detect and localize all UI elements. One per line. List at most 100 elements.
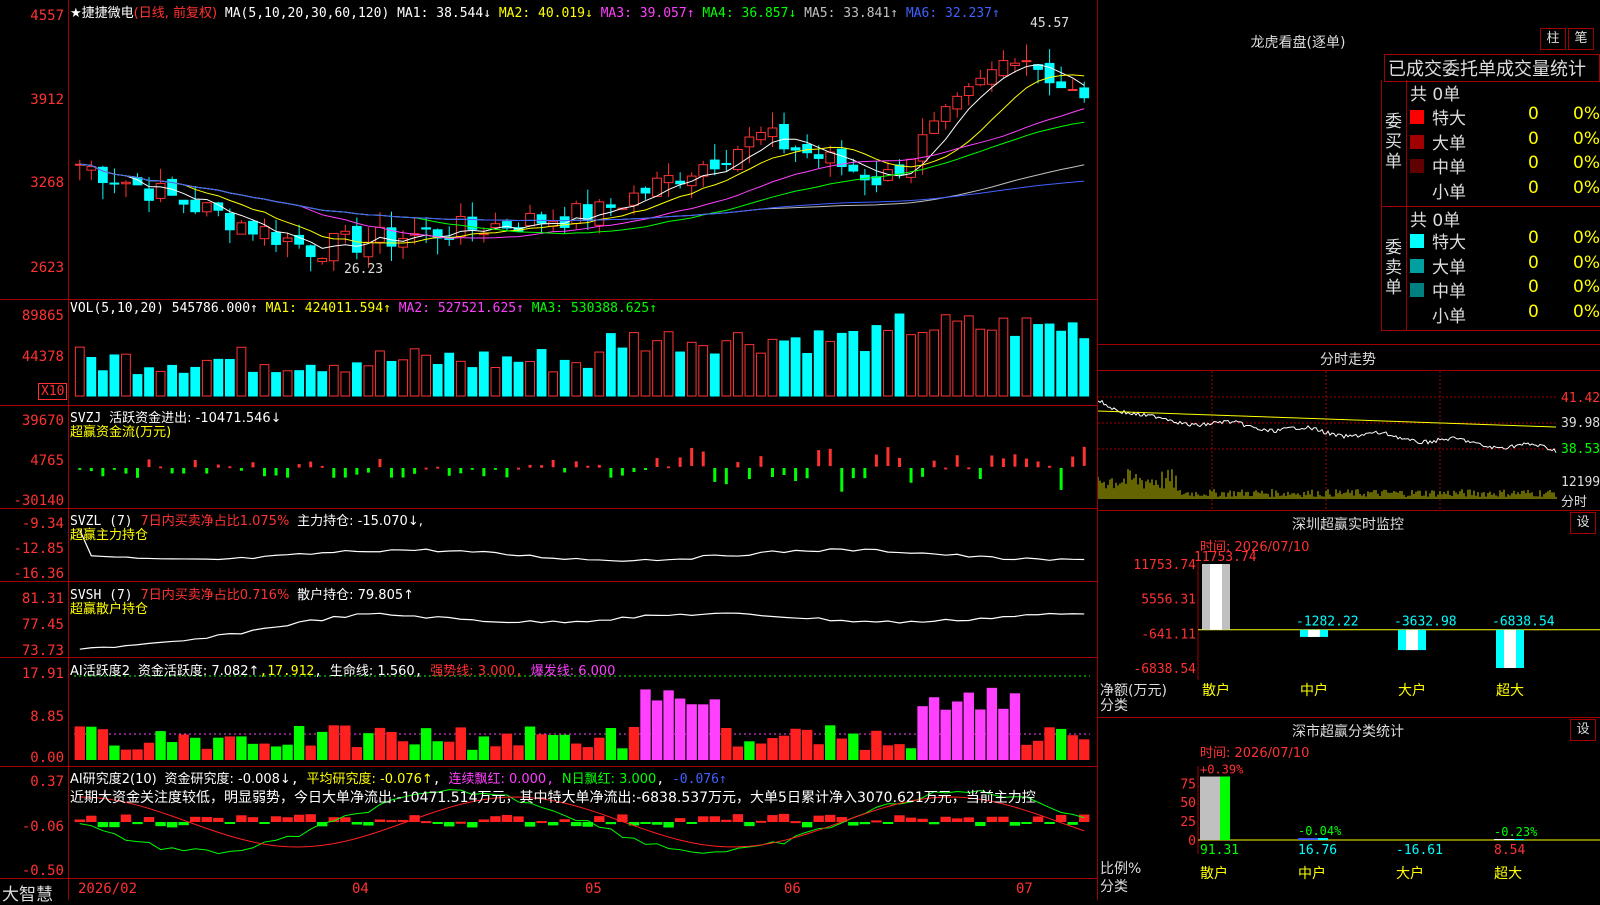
bar-mode-button[interactable]: 柱 [1540, 28, 1566, 50]
order-color-swatch [1410, 183, 1424, 198]
order-color-swatch [1410, 134, 1424, 149]
activity-bar [444, 741, 455, 760]
class-bar-side [1514, 839, 1524, 840]
activity-bar [213, 737, 224, 760]
research-bar [594, 816, 605, 822]
activity-bar [778, 735, 790, 760]
intraday-footer: 分时 [1561, 495, 1588, 510]
research-bar [513, 816, 524, 822]
volume-bar [224, 358, 235, 397]
volume-bar [109, 354, 120, 397]
volume-bar [790, 337, 801, 397]
candle-body [721, 162, 732, 166]
research-bar [571, 822, 582, 827]
research-bar [917, 818, 928, 822]
research-bar [420, 821, 432, 824]
stock-name[interactable]: ★捷捷微电 [70, 6, 134, 21]
kline-chart-area[interactable] [0, 0, 1098, 900]
order-count: 0 [1528, 104, 1539, 124]
money-flow-bar [805, 468, 809, 479]
intraday-vol-tick: 12199 [1561, 475, 1600, 490]
brand-label[interactable]: 大智慧 [2, 880, 53, 905]
money-flow-bar [713, 468, 717, 482]
money-flow-bar [817, 450, 821, 467]
money-flow-bar [528, 464, 532, 468]
candles [74, 44, 1090, 272]
candle-body [756, 132, 766, 141]
research-bar [501, 814, 513, 822]
activity-bar [120, 749, 132, 760]
activity-bar [166, 742, 178, 760]
period-mode[interactable]: (日线, 前复权) [134, 6, 217, 21]
volume-bar [1079, 338, 1090, 397]
intraday-chart[interactable] [1098, 371, 1558, 509]
money-flow-bar [239, 468, 243, 471]
ai2-header: AI研究度2(10) 资金研究度: -0.008↓, 平均研究度: -0.076… [70, 772, 727, 787]
volume-bar [121, 353, 131, 397]
activity-bar [490, 746, 501, 760]
tick-mode-button[interactable]: 笔 [1568, 28, 1594, 50]
ai2-b: 平均研究度: -0.076↑ [306, 772, 433, 787]
activity-bar [351, 747, 363, 760]
class-y-tick: 0 [1188, 834, 1196, 849]
candle-body [305, 245, 316, 258]
research-bar [905, 817, 917, 822]
volume-bar [190, 366, 201, 397]
monitor-bar-highlight [1406, 629, 1418, 651]
volume-bar [629, 332, 639, 397]
money-flow-bar [297, 464, 301, 468]
money-flow-bar [840, 468, 844, 492]
y-tick: 4765 [30, 453, 64, 469]
ai2-a: 资金研究度: -0.008↓ [164, 772, 291, 787]
sz-class-settings-button[interactable]: 设 [1570, 719, 1596, 741]
order-pct: 0% [1573, 277, 1600, 297]
volume-bar [721, 340, 732, 397]
money-flow-bar [332, 468, 336, 478]
research-bar [74, 819, 85, 822]
sz-monitor-settings-button[interactable]: 设 [1570, 512, 1596, 534]
money-flow-bar [1082, 446, 1086, 466]
volume-bar [906, 334, 916, 397]
monitor-value-label: -3632.98 [1394, 615, 1457, 630]
monitor-value-label: 11753.74 [1194, 550, 1257, 565]
monitor-bar-highlight [1210, 564, 1222, 630]
money-flow-bar [851, 468, 855, 479]
buy-total: 共 0单 [1410, 85, 1461, 105]
x-axis-label: 06 [784, 881, 801, 897]
research-bar [825, 814, 836, 822]
volume-bar [571, 362, 582, 397]
svsh-ratio: 7日内买卖净占比0.716% [140, 588, 290, 603]
activity-bar [928, 697, 940, 760]
money-flow-bar [1013, 454, 1017, 467]
research-bar [986, 816, 998, 822]
candle-body [236, 222, 247, 235]
order-count: 0 [1528, 277, 1539, 297]
research-bar [166, 822, 178, 828]
research-bar [259, 822, 270, 824]
class-change-label: -0.23% [1494, 825, 1538, 839]
volume-bar [929, 329, 940, 397]
activity-bar [143, 742, 155, 760]
volume-bar [421, 354, 432, 397]
money-flow-bar [205, 468, 209, 474]
intraday-price-line [1098, 399, 1557, 453]
volume-bar [663, 331, 674, 397]
ma1-value: MA1: 38.544↓ [397, 6, 492, 21]
money-flow-bar [955, 455, 959, 467]
money-flow-bar [574, 461, 578, 468]
activity-bar [871, 730, 882, 760]
research-bar [143, 817, 155, 822]
candle-body [259, 226, 270, 240]
sz-monitor-title: 深圳超赢实时监控 [1292, 517, 1404, 533]
volume-bar [467, 367, 478, 397]
y-tick: 17.91 [21, 666, 64, 682]
volume-bar [351, 362, 362, 397]
ai1-c: 生命线: 1.560 [329, 664, 415, 679]
research-bar [952, 818, 963, 822]
monitor-bar [1202, 564, 1230, 630]
activity-bar [305, 745, 316, 760]
candle-body [178, 199, 189, 205]
x-axis-label: 05 [585, 881, 602, 897]
research-bar [651, 822, 663, 825]
volume-bar [305, 364, 316, 397]
